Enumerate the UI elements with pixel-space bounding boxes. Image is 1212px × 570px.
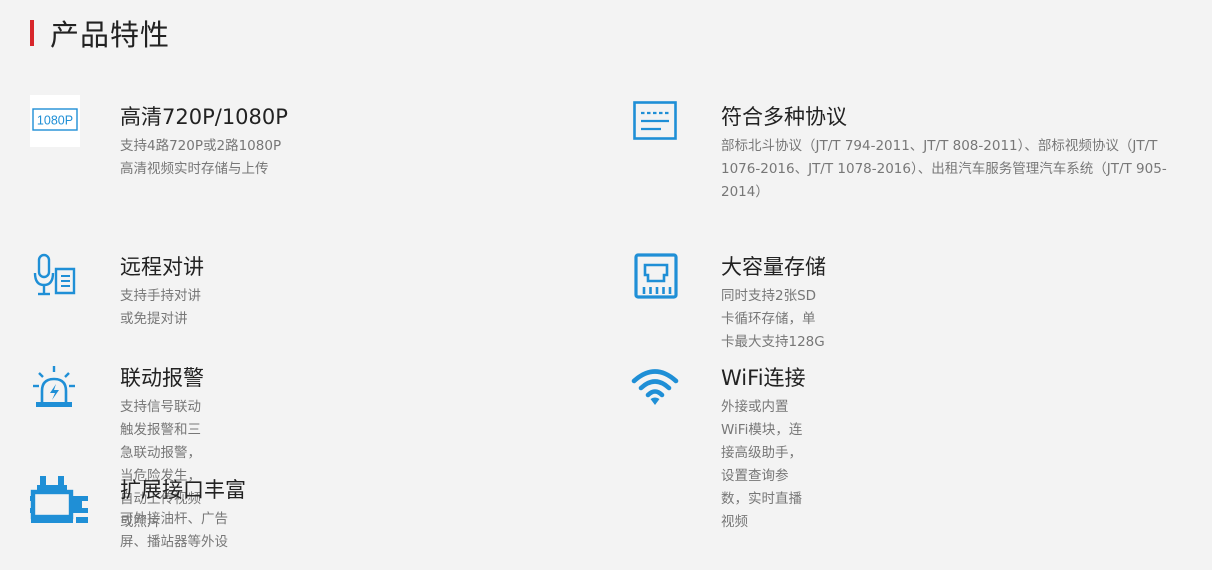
section-accent-bar xyxy=(30,20,34,46)
feature-description: 同时支持2张SD卡循环存储，单卡最大支持128G xyxy=(721,288,825,350)
feature-description: 部标北斗协议（JT/T 794-2011、JT/T 808-2011）、部标视频… xyxy=(721,138,1167,200)
feature-title: 大容量存储 xyxy=(721,255,826,279)
section-title: 产品特性 xyxy=(50,18,171,52)
section-header: 产品特性 xyxy=(30,16,170,52)
svg-text:1080P: 1080P xyxy=(37,114,73,128)
wifi-icon xyxy=(631,364,681,416)
expansion-interface-icon xyxy=(30,476,88,528)
feature-title: 扩展接口丰富 xyxy=(120,478,246,502)
feature-title: WiFi连接 xyxy=(721,366,806,390)
protocol-document-icon xyxy=(631,95,681,147)
feature-title: 高清720P/1080P xyxy=(120,105,288,129)
alarm-light-icon xyxy=(30,364,80,416)
feature-description: 可外接油杆、广告屏、播站器等外设 xyxy=(120,511,228,550)
feature-description: 支持4路720P或2路1080P高清视频实时存储与上传 xyxy=(120,138,282,177)
microphone-intercom-icon xyxy=(30,253,80,305)
feature-title: 符合多种协议 xyxy=(721,105,847,129)
feature-description: 外接或内置WiFi模块，连接高级助手，设置查询参数，实时直播视频 xyxy=(721,399,803,530)
1080p-icon: 1080P xyxy=(30,95,80,147)
feature-description: 支持手持对讲或免提对讲 xyxy=(120,288,201,327)
feature-title: 远程对讲 xyxy=(120,255,204,279)
sd-card-icon xyxy=(631,253,681,305)
feature-title: 联动报警 xyxy=(120,366,204,390)
